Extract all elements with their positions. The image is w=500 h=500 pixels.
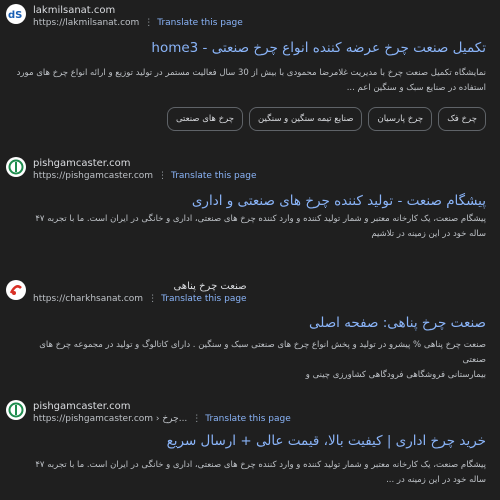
site-header[interactable]: صنعت چرخ پناهی https://charkhsanat.com ⋮… [6,280,247,306]
site-header[interactable]: dS lakmilsanat.com https://lakmilsanat.c… [6,4,243,30]
snippet-line: پیشگام صنعت، یک کارخانه معتبر و شمار تول… [35,460,486,470]
result-snippet: صنعت چرخ پناهی % پیشرو در تولید و پخش ان… [16,338,486,383]
vertical-dots-icon[interactable]: ⋮ [144,17,153,30]
related-chips: چرخ فک چرخ پارسیان صنایع تیمه سنگین و سن… [166,107,486,131]
result-title[interactable]: صنعت چرخ پناهی: صفحه اصلی [309,315,486,331]
site-url: https://charkhsanat.com [33,294,144,304]
site-header[interactable]: pishgamcaster.com https://pishgamcaster.… [6,400,291,426]
chip-4[interactable]: چرخ های صنعتی [166,107,244,131]
chip-2[interactable]: چرخ پارسیان [368,107,433,131]
result-snippet: پیشگام صنعت، یک کارخانه معتبر و شمار تول… [16,458,486,488]
site-name: pishgamcaster.com [33,401,131,412]
vertical-dots-icon[interactable]: ⋮ [148,293,157,306]
snippet-line: نمایشگاه تکمیل صنعت چرخ با مدیریت غلامرض… [16,68,486,78]
snippet-line: صنعت چرخ پناهی % پیشرو در تولید و پخش ان… [39,340,486,365]
chip-3[interactable]: صنایع تیمه سنگین و سنگین [249,107,363,131]
translate-link[interactable]: Translate this page [161,293,247,306]
ds-logo-icon: dS [6,4,26,24]
site-name: lakmilsanat.com [33,5,116,16]
result-snippet: پیشگام صنعت، یک کارخانه معتبر و شمار تول… [16,212,486,242]
pishgam-logo-icon [6,400,26,420]
result-title[interactable]: تکمیل صنعت چرخ عرضه کننده انواع چرخ صنعت… [151,40,486,56]
snippet-line: پیشگام صنعت، یک کارخانه معتبر و شمار تول… [35,214,486,224]
chip-1[interactable]: چرخ فک [438,107,486,131]
site-name: صنعت چرخ پناهی [173,281,247,292]
site-name: pishgamcaster.com [33,158,131,169]
translate-link[interactable]: Translate this page [205,413,291,426]
site-url: https://pishgamcaster.com [33,171,154,181]
pishgam-logo-icon [6,157,26,177]
result-title[interactable]: پیشگام صنعت - تولید کننده چرخ های صنعتی … [192,193,486,209]
result-snippet: نمایشگاه تکمیل صنعت چرخ با مدیریت غلامرض… [16,66,486,96]
translate-link[interactable]: Translate this page [157,17,243,30]
translate-link[interactable]: Translate this page [171,170,257,183]
svg-text:dS: dS [8,10,22,21]
site-url: https://pishgamcaster.com › چرخ... [33,414,188,424]
vertical-dots-icon[interactable]: ⋮ [158,170,167,183]
vertical-dots-icon[interactable]: ⋮ [192,413,201,426]
snippet-line: بیمارستانی فروشگاهی فرودگاهی کشاورزی چین… [305,370,486,380]
result-title[interactable]: خرید چرخ اداری | کیفیت بالا، قیمت عالی +… [167,433,486,449]
snippet-line: استفاده در صنایع سبک و سنگین اعم ... [346,83,486,93]
snippet-line: ساله خود در این زمینه در ... [386,475,486,485]
snippet-line: ساله خود در این زمینه در تلاشیم [371,229,486,239]
site-header[interactable]: pishgamcaster.com https://pishgamcaster.… [6,157,257,183]
charkh-logo-icon [6,280,26,300]
site-url: https://lakmilsanat.com [33,18,140,28]
